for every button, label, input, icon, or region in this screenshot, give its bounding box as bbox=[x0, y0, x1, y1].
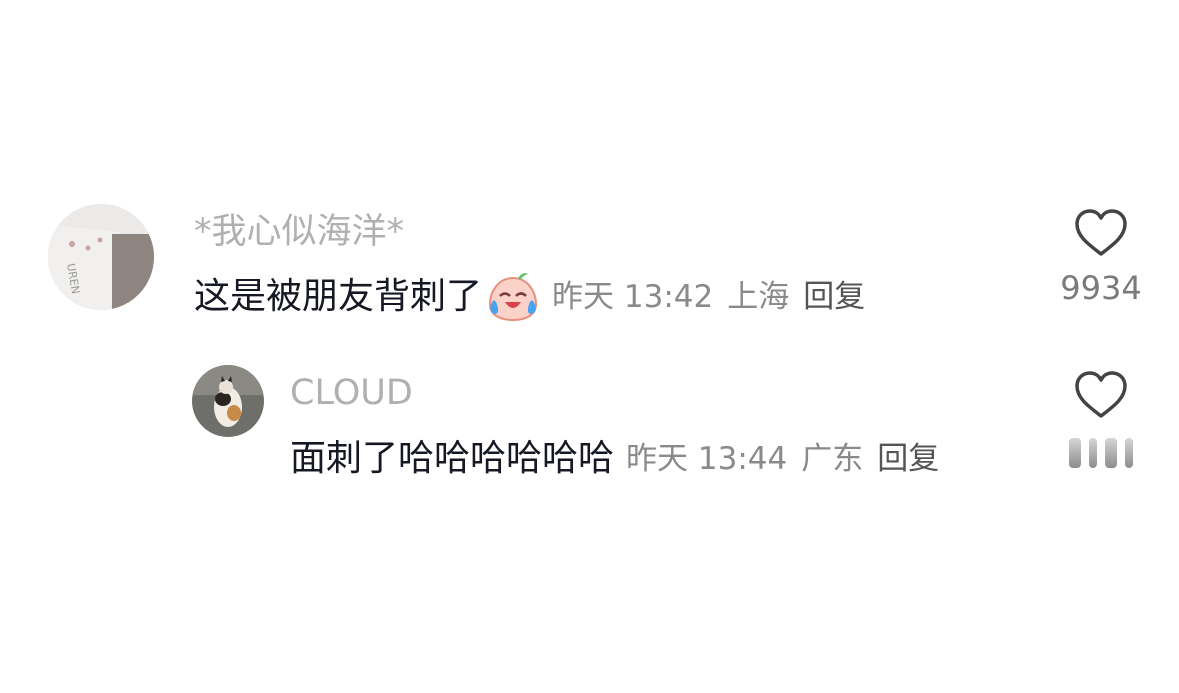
comment-content-line: 这是被朋友背刺了 昨天 13:42 上海 回复 bbox=[194, 270, 879, 324]
comment-location: 上海 bbox=[727, 279, 790, 315]
reply-username[interactable]: CLOUD bbox=[290, 373, 413, 413]
comment-text: 这是被朋友背刺了 bbox=[194, 276, 483, 317]
avatar[interactable]: UREN bbox=[48, 204, 154, 310]
reply-meta: 昨天 13:44 广东 回复 bbox=[626, 435, 953, 483]
obscured-like-count bbox=[1031, 438, 1171, 468]
comment-username[interactable]: *我心似海洋* bbox=[194, 212, 404, 252]
like-button[interactable]: 9934 bbox=[1031, 208, 1171, 308]
comment-meta: 昨天 13:42 上海 回复 bbox=[552, 273, 879, 321]
like-button[interactable] bbox=[1031, 370, 1171, 468]
reply-button[interactable]: 回复 bbox=[877, 441, 939, 477]
reply-button[interactable]: 回复 bbox=[803, 279, 865, 315]
heart-icon bbox=[1075, 209, 1127, 256]
heart-icon bbox=[1075, 371, 1127, 418]
comment-time: 昨天 13:42 bbox=[552, 279, 714, 315]
reply-time: 昨天 13:44 bbox=[626, 441, 788, 477]
reply-location: 广东 bbox=[801, 441, 864, 477]
avatar[interactable] bbox=[192, 365, 264, 437]
crying-laughing-face-icon bbox=[486, 270, 540, 324]
like-count: 9934 bbox=[1060, 269, 1142, 307]
reply-content-line: 面刺了哈哈哈哈哈哈 昨天 13:44 广东 回复 bbox=[290, 435, 953, 483]
reply-text: 面刺了哈哈哈哈哈哈 bbox=[290, 438, 615, 479]
